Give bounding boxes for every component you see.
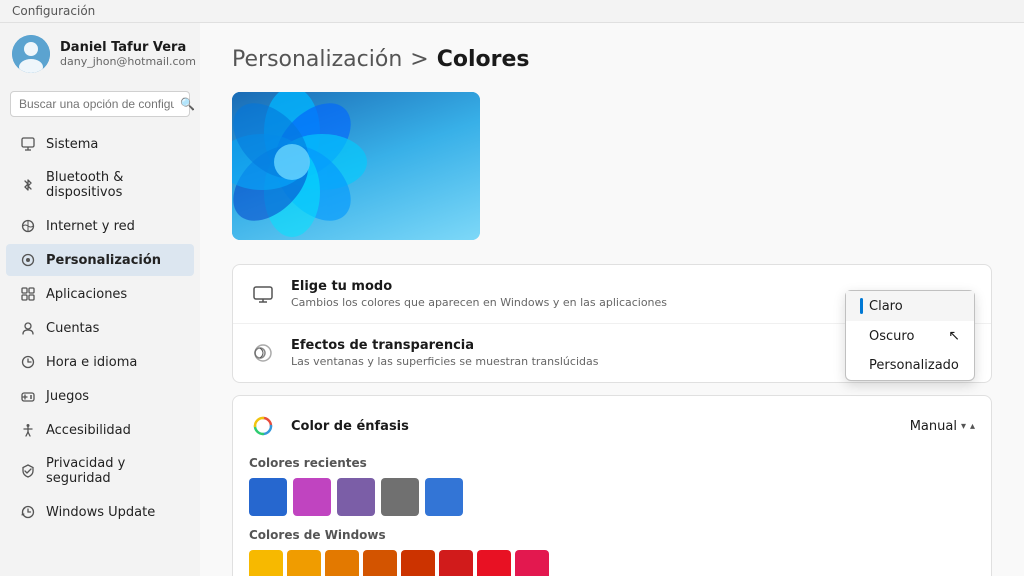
recent-color-2[interactable] [337, 478, 375, 516]
search-box[interactable]: 🔍 [10, 91, 190, 117]
sidebar-item-accesibilidad[interactable]: Accesibilidad [6, 414, 194, 446]
dropdown-label-personalizado: Personalizado [869, 358, 959, 373]
row-title-transparencia: Efectos de transparencia [291, 338, 921, 353]
sidebar-item-hora[interactable]: Hora e idioma [6, 346, 194, 378]
row-icon-modo [249, 280, 277, 308]
windows-color-row-0 [249, 550, 975, 576]
windows-color-0-3[interactable] [363, 550, 397, 576]
settings-row-modo: Elige tu modo Cambios los colores que ap… [233, 265, 991, 324]
chevron-up-icon: ▴ [970, 421, 975, 432]
sidebar-label-sistema: Sistema [46, 137, 98, 152]
recent-color-4[interactable] [425, 478, 463, 516]
nav-icon-windows-update [20, 504, 36, 520]
windows-colors-grid [249, 550, 975, 576]
sidebar-item-aplicaciones[interactable]: Aplicaciones [6, 278, 194, 310]
recent-color-1[interactable] [293, 478, 331, 516]
sidebar-item-privacidad[interactable]: Privacidad y seguridad [6, 448, 194, 494]
manual-label: Manual [910, 419, 957, 434]
windows-color-0-2[interactable] [325, 550, 359, 576]
selected-indicator [860, 298, 863, 314]
main-content: Personalización > Colores [200, 23, 1024, 576]
recent-color-0[interactable] [249, 478, 287, 516]
user-email: dany_jhon@hotmail.com [60, 55, 196, 68]
sidebar-label-bluetooth: Bluetooth & dispositivos [46, 170, 180, 200]
sidebar-label-windows-update: Windows Update [46, 505, 155, 520]
breadcrumb-separator: > [410, 47, 428, 72]
settings-section-main: Elige tu modo Cambios los colores que ap… [232, 264, 992, 383]
dropdown-label-oscuro: Oscuro [869, 329, 914, 344]
windows-color-0-5[interactable] [439, 550, 473, 576]
search-input[interactable] [19, 97, 174, 111]
sidebar-label-accesibilidad: Accesibilidad [46, 423, 131, 438]
recientes-label: Colores recientes [249, 456, 975, 470]
row-text-transparencia: Efectos de transparencia Las ventanas y … [291, 338, 921, 368]
nav-icon-hora [20, 354, 36, 370]
sidebar-item-personalizacion[interactable]: Personalización [6, 244, 194, 276]
page-header: Personalización > Colores [232, 47, 992, 72]
nav-icon-juegos [20, 388, 36, 404]
windows-color-0-4[interactable] [401, 550, 435, 576]
sidebar-item-internet[interactable]: Internet y red [6, 210, 194, 242]
nav-icon-sistema [20, 136, 36, 152]
nav-icon-internet [20, 218, 36, 234]
windows-color-0-6[interactable] [477, 550, 511, 576]
cursor-indicator: ↖ [948, 328, 960, 344]
sidebar-label-cuentas: Cuentas [46, 321, 99, 336]
sidebar: Daniel Tafur Vera dany_jhon@hotmail.com … [0, 23, 200, 576]
top-bar-label: Configuración [12, 4, 95, 18]
manual-dropdown[interactable]: Manual ▾ ▴ [910, 419, 975, 434]
nav-items: Sistema Bluetooth & dispositivos Internet … [0, 127, 200, 529]
color-enfasis-section: Color de énfasis Manual ▾ ▴ Colores reci… [232, 395, 992, 576]
windows-color-0-0[interactable] [249, 550, 283, 576]
nav-icon-bluetooth [20, 177, 36, 193]
user-info: Daniel Tafur Vera dany_jhon@hotmail.com [60, 40, 196, 68]
sidebar-item-juegos[interactable]: Juegos [6, 380, 194, 412]
avatar [12, 35, 50, 73]
breadcrumb-parent: Personalización [232, 47, 402, 72]
windows-colors-label: Colores de Windows [249, 528, 975, 542]
windows-flower-icon [232, 92, 372, 240]
sidebar-item-windows-update[interactable]: Windows Update [6, 496, 194, 528]
nav-icon-aplicaciones [20, 286, 36, 302]
windows-preview [232, 92, 480, 240]
dropdown-option-claro[interactable]: Claro [846, 291, 974, 321]
sidebar-label-juegos: Juegos [46, 389, 89, 404]
recent-colors-grid [249, 478, 975, 516]
sidebar-item-sistema[interactable]: Sistema [6, 128, 194, 160]
windows-color-0-1[interactable] [287, 550, 321, 576]
nav-icon-personalizacion [20, 252, 36, 268]
windows-color-0-7[interactable] [515, 550, 549, 576]
sidebar-label-hora: Hora e idioma [46, 355, 137, 370]
dropdown-label-claro: Claro [869, 299, 903, 314]
dropdown-modo[interactable]: Claro Oscuro ↖ Personalizado [845, 290, 975, 381]
breadcrumb-title: Colores [437, 47, 530, 72]
top-bar: Configuración [0, 0, 1024, 23]
user-profile: Daniel Tafur Vera dany_jhon@hotmail.com [0, 23, 200, 85]
search-icon: 🔍 [180, 97, 195, 111]
color-section-header: Color de énfasis Manual ▾ ▴ [249, 412, 975, 440]
row-desc-transparencia: Las ventanas y las superficies se muestr… [291, 355, 921, 368]
nav-icon-privacidad [20, 463, 36, 479]
color-icon [249, 412, 277, 440]
app-container: Daniel Tafur Vera dany_jhon@hotmail.com … [0, 23, 1024, 576]
sidebar-item-cuentas[interactable]: Cuentas [6, 312, 194, 344]
dropdown-option-personalizado[interactable]: Personalizado [846, 351, 974, 380]
nav-icon-cuentas [20, 320, 36, 336]
user-name: Daniel Tafur Vera [60, 40, 196, 55]
row-icon-transparencia [249, 339, 277, 367]
sidebar-item-bluetooth[interactable]: Bluetooth & dispositivos [6, 162, 194, 208]
color-section-title: Color de énfasis [291, 419, 896, 434]
sidebar-label-internet: Internet y red [46, 219, 135, 234]
sidebar-label-privacidad: Privacidad y seguridad [46, 456, 180, 486]
recent-color-3[interactable] [381, 478, 419, 516]
sidebar-label-aplicaciones: Aplicaciones [46, 287, 127, 302]
sidebar-label-personalizacion: Personalización [46, 253, 161, 268]
chevron-down-icon: ▾ [961, 421, 966, 432]
dropdown-option-oscuro[interactable]: Oscuro ↖ [846, 321, 974, 351]
nav-icon-accesibilidad [20, 422, 36, 438]
